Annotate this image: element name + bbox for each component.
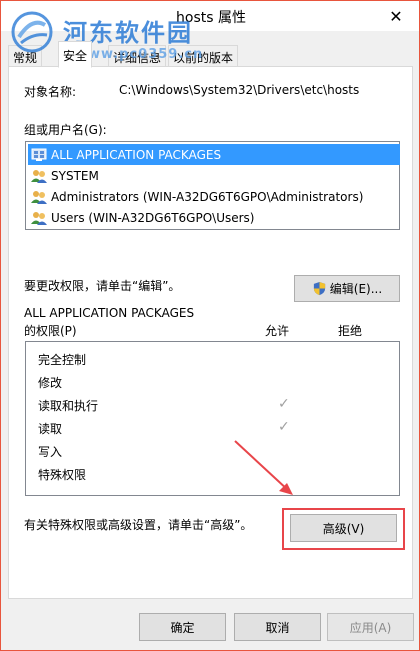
object-name-value: C:\Windows\System32\Drivers\etc\hosts [119,83,360,97]
window-title: hosts 属性 [176,10,246,26]
permissions-for-label: 的权限(P) [24,324,77,338]
deny-column-header: 拒绝 [338,324,363,338]
permission-row-special: 特殊权限 [38,468,87,482]
permission-row-write: 写入 [38,445,63,459]
apply-button[interactable]: 应用(A) [327,613,414,641]
group-item-users[interactable]: Users (WIN-A32DG6T6GPO\Users) [28,207,400,228]
tab-general[interactable]: 常规 [8,45,43,67]
permissions-for-name: ALL APPLICATION PACKAGES [24,306,195,320]
close-button[interactable]: ✕ [373,1,419,31]
permission-row-read: 读取 ✓ [38,419,290,436]
permission-row-read-execute: 读取和执行 ✓ [38,396,290,413]
allow-check-icon: ✓ [278,419,290,435]
change-permissions-hint: 要更改权限，请单击“编辑”。 [24,279,181,293]
tab-security[interactable]: 安全 [58,41,93,68]
group-item-all-application-packages[interactable]: ALL APPLICATION PACKAGES [28,144,400,165]
allow-column-header: 允许 [265,324,290,338]
group-list-label: 组或用户名(G): [24,123,107,137]
tab-strip: 常规 安全 详细信息 以前的版本 [8,41,408,68]
advanced-button-label: 高级(V) [322,521,365,536]
shield-icon [313,281,325,296]
advanced-button[interactable]: 高级(V) [290,514,397,542]
advanced-settings-hint: 有关特殊权限或高级设置，请单击“高级”。 [24,518,253,532]
users-icon [31,211,47,225]
group-list[interactable]: ALL APPLICATION PACKAGES SYSTEM Administ… [25,141,400,230]
tab-details[interactable]: 详细信息 [108,45,167,67]
cancel-button[interactable]: 取消 [234,613,321,641]
users-icon [31,169,47,183]
users-icon [31,190,47,204]
edit-button[interactable]: 编辑(E)... [294,275,400,302]
edit-button-label: 编辑(E)... [329,282,383,296]
permissions-table[interactable]: 完全控制 修改 读取和执行 ✓ 读取 ✓ 写入 特殊权限 [25,341,400,496]
group-item-administrators[interactable]: Administrators (WIN-A32DG6T6GPO\Administ… [28,186,400,207]
permission-row-full-control: 完全控制 [38,353,87,367]
annotation-arrow-icon [234,440,293,495]
ok-button[interactable]: 确定 [139,613,226,641]
group-item-system[interactable]: SYSTEM [28,165,400,186]
allow-check-icon: ✓ [278,396,290,412]
object-name-label: 对象名称: [24,85,77,99]
permission-row-modify: 修改 [38,376,63,390]
app-packages-icon [31,148,47,161]
title-bar: hosts 属性 ✕ [1,1,419,31]
tab-previous-versions[interactable]: 以前的版本 [168,45,239,67]
properties-window: hosts 属性 ✕ 常规 安全 详细信息 以前的版本 对象名称: C:\Win… [0,0,420,651]
close-icon: ✕ [389,6,403,26]
